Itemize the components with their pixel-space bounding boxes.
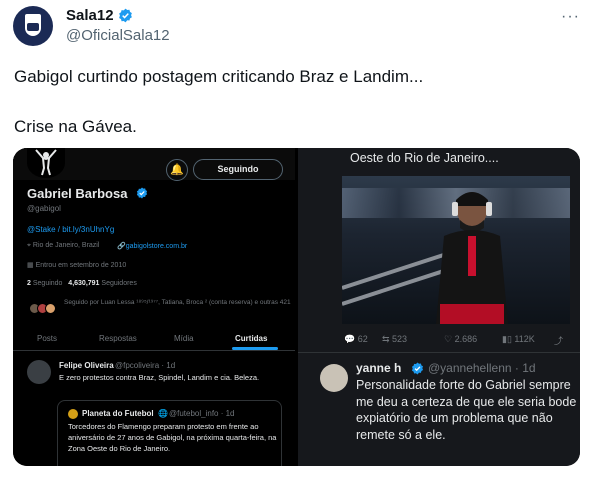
avatar[interactable] bbox=[320, 364, 348, 392]
club-shield-icon bbox=[25, 14, 41, 36]
tweet-text-line1: Gabigol curtindo postagem criticando Bra… bbox=[14, 67, 424, 86]
calendar-icon: ▦ bbox=[27, 262, 36, 269]
reply-handle[interactable]: @yannehellenn · 1d bbox=[428, 361, 536, 375]
post-caption: Oeste do Rio de Janeiro.... bbox=[350, 151, 499, 165]
liked-post-text: E zero protestos contra Braz, Spindel, L… bbox=[59, 373, 260, 382]
avatar[interactable] bbox=[13, 6, 53, 46]
reply-count: 62 bbox=[357, 334, 368, 344]
player-figure bbox=[436, 192, 508, 324]
author-name[interactable]: Sala12 bbox=[66, 7, 114, 24]
verified-badge-icon bbox=[411, 362, 424, 375]
author-handle[interactable]: @OficialSala12 bbox=[66, 27, 170, 44]
tab-replies[interactable]: Respostas bbox=[99, 334, 137, 343]
profile-joined: ▦ Entrou em setembro de 2010 bbox=[27, 261, 126, 269]
profile-handle: @gabigol bbox=[27, 204, 61, 213]
tab-media[interactable]: Mídia bbox=[174, 334, 194, 343]
following-label[interactable]: Seguindo bbox=[33, 280, 63, 287]
heart-icon: ♡ bbox=[444, 334, 455, 344]
profile-name: Gabriel Barbosa bbox=[27, 186, 128, 201]
avatar[interactable] bbox=[27, 360, 51, 384]
globe-icon: 🌐 bbox=[158, 409, 168, 418]
following-count[interactable]: 2 bbox=[27, 280, 31, 287]
quoted-post-handle: @futebol_info · 1d bbox=[169, 409, 235, 418]
quoted-post-text: Torcedores do Flamengo preparam protesto… bbox=[68, 422, 277, 453]
profile-stats: 2 Seguindo 4,630,791 Seguidores bbox=[27, 280, 137, 287]
active-tab-indicator bbox=[232, 347, 278, 350]
quoted-post[interactable]: Planeta do Futebol 🌐 @futebol_info · 1d … bbox=[57, 400, 282, 466]
retweet-count: 523 bbox=[392, 334, 408, 344]
followers-count[interactable]: 4,630,791 bbox=[68, 280, 99, 287]
tab-posts[interactable]: Posts bbox=[37, 334, 57, 343]
media-image-profile[interactable]: 🔔 Seguindo Gabriel Barbosa @gabigol @Sta… bbox=[13, 148, 295, 466]
followed-by-text[interactable]: Seguido por Luan Lessa ¹⁸⁹⁵/¹⁹⁷⁷, Tatian… bbox=[64, 298, 292, 307]
more-options-icon[interactable]: ··· bbox=[561, 8, 580, 26]
quoted-post-author: Planeta do Futebol bbox=[82, 409, 154, 418]
profile-avatar bbox=[27, 148, 65, 178]
following-button[interactable]: Seguindo bbox=[193, 159, 283, 180]
reply-action[interactable]: 💬 62 bbox=[344, 334, 368, 345]
celebration-figure-icon bbox=[35, 149, 57, 176]
reply-text: Personalidade forte do Gabriel sempre me… bbox=[356, 378, 577, 442]
reply-icon: 💬 bbox=[344, 334, 358, 344]
like-count: 2.686 bbox=[454, 334, 478, 344]
liked-post-author[interactable]: Felipe Oliveira bbox=[59, 361, 114, 370]
notifications-bell-icon[interactable]: 🔔 bbox=[166, 159, 188, 181]
tweet-text-line2: Crise na Gávea. bbox=[14, 117, 137, 136]
profile-location: ⌖ Rio de Janeiro, Brazil bbox=[27, 242, 99, 250]
liked-post-handle[interactable]: @fpcoliveira · 1d bbox=[115, 361, 175, 370]
profile-bio-link[interactable]: @Stake / bit.ly/3nUhnYg bbox=[27, 225, 114, 234]
share-icon[interactable]: ⤴ bbox=[554, 334, 563, 347]
divider bbox=[298, 352, 580, 353]
views-count: 112K bbox=[514, 334, 535, 344]
follower-avatar bbox=[45, 303, 56, 314]
views-icon: ▮▯ bbox=[502, 334, 515, 344]
verified-badge-icon bbox=[119, 8, 132, 23]
tab-likes[interactable]: Curtidas bbox=[235, 334, 267, 343]
link-icon: 🔗 bbox=[117, 243, 126, 250]
media-image-reply[interactable]: Oeste do Rio de Janeiro.... 💬 62 ⇆ 523 ♡… bbox=[298, 148, 580, 466]
views-action[interactable]: ▮▯ 112K bbox=[502, 334, 535, 345]
engagement-bar: 💬 62 ⇆ 523 ♡ 2.686 ▮▯ 112K ⤴ bbox=[344, 334, 569, 348]
website-text[interactable]: gabigolstore.com.br bbox=[126, 243, 187, 250]
joined-text: Entrou em setembro de 2010 bbox=[35, 262, 127, 269]
tweet-media[interactable]: 🔔 Seguindo Gabriel Barbosa @gabigol @Sta… bbox=[13, 148, 580, 466]
location-text: Rio de Janeiro, Brazil bbox=[32, 242, 100, 249]
reply-author[interactable]: yanne h bbox=[356, 361, 401, 375]
player-photo[interactable] bbox=[342, 176, 570, 324]
followers-label[interactable]: Seguidores bbox=[101, 280, 136, 287]
profile-website[interactable]: 🔗gabigolstore.com.br bbox=[117, 242, 187, 250]
verified-badge-icon bbox=[136, 187, 148, 199]
avatar bbox=[68, 409, 78, 419]
like-action[interactable]: ♡ 2.686 bbox=[444, 334, 477, 345]
retweet-icon: ⇆ bbox=[382, 334, 393, 344]
retweet-action[interactable]: ⇆ 523 bbox=[382, 334, 407, 345]
